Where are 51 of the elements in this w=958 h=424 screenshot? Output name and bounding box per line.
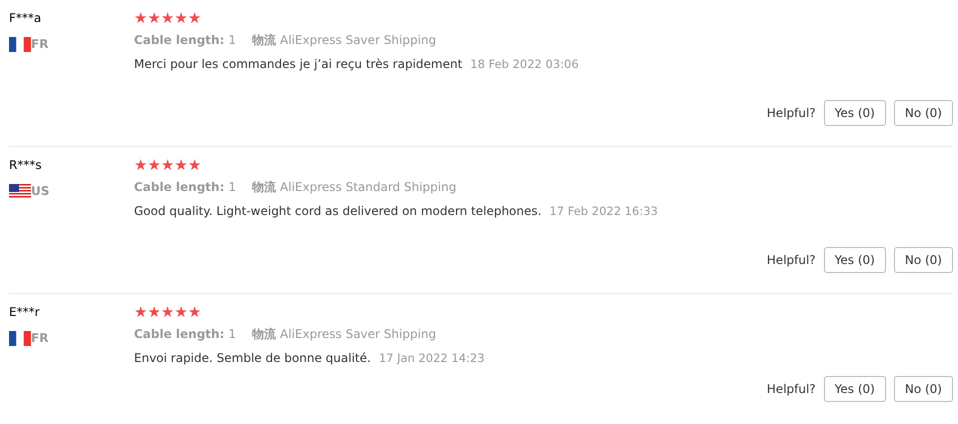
star-icon: ★ bbox=[134, 303, 148, 321]
star-icon: ★ bbox=[174, 156, 188, 174]
no-button[interactable]: No (0) bbox=[894, 100, 953, 126]
attribute-label: Cable length: bbox=[134, 179, 224, 196]
star-icon: ★ bbox=[147, 156, 161, 174]
shipping-label: 物流 bbox=[252, 326, 276, 343]
star-icon: ★ bbox=[160, 303, 174, 321]
shipping-label: 物流 bbox=[252, 179, 276, 196]
country-code: US bbox=[31, 183, 50, 200]
shipping-method: AliExpress Saver Shipping bbox=[280, 32, 436, 49]
review-date: 17 Jan 2022 14:23 bbox=[378, 350, 485, 367]
star-icon: ★ bbox=[188, 156, 202, 174]
star-icon: ★ bbox=[147, 303, 161, 321]
no-button[interactable]: No (0) bbox=[894, 376, 953, 402]
star-icon: ★ bbox=[174, 303, 188, 321]
star-icon: ★ bbox=[174, 9, 188, 27]
yes-button[interactable]: Yes (0) bbox=[824, 247, 886, 273]
country-code: FR bbox=[31, 36, 48, 53]
attribute-label: Cable length: bbox=[134, 32, 224, 49]
star-icon: ★ bbox=[160, 156, 174, 174]
helpful-label: Helpful? bbox=[766, 105, 816, 122]
review-text: Good quality. Light-weight cord as delivered on modern telephones. bbox=[134, 203, 542, 220]
review-text: Merci pour les commandes je j’ai reçu très rapidement bbox=[134, 56, 462, 73]
helpful-label: Helpful? bbox=[766, 381, 816, 398]
helpful-label: Helpful? bbox=[766, 252, 816, 269]
star-icon: ★ bbox=[160, 9, 174, 27]
attribute-value: 1 bbox=[228, 32, 236, 49]
user-name: R***s bbox=[9, 157, 43, 174]
user-name: F***a bbox=[9, 10, 42, 27]
shipping-label: 物流 bbox=[252, 32, 276, 49]
flag-icon bbox=[9, 36, 31, 52]
review-date: 17 Feb 2022 16:33 bbox=[549, 203, 658, 220]
star-icon: ★ bbox=[147, 9, 161, 27]
star-icon: ★ bbox=[134, 9, 148, 27]
country-code: FR bbox=[31, 330, 48, 347]
attribute-value: 1 bbox=[228, 326, 236, 343]
no-button[interactable]: No (0) bbox=[894, 247, 953, 273]
review-date: 18 Feb 2022 03:06 bbox=[470, 56, 579, 73]
yes-button[interactable]: Yes (0) bbox=[824, 376, 886, 402]
star-icon: ★ bbox=[134, 156, 148, 174]
shipping-method: AliExpress Standard Shipping bbox=[280, 179, 456, 196]
shipping-method: AliExpress Saver Shipping bbox=[280, 326, 436, 343]
star-icon: ★ bbox=[188, 303, 202, 321]
user-name: E***r bbox=[9, 304, 41, 321]
attribute-label: Cable length: bbox=[134, 326, 224, 343]
star-icon: ★ bbox=[188, 9, 202, 27]
flag-icon bbox=[9, 184, 31, 198]
yes-button[interactable]: Yes (0) bbox=[824, 100, 886, 126]
review-text: Envoi rapide. Semble de bonne qualité. bbox=[134, 350, 371, 367]
attribute-value: 1 bbox=[228, 179, 236, 196]
flag-icon bbox=[9, 330, 31, 346]
